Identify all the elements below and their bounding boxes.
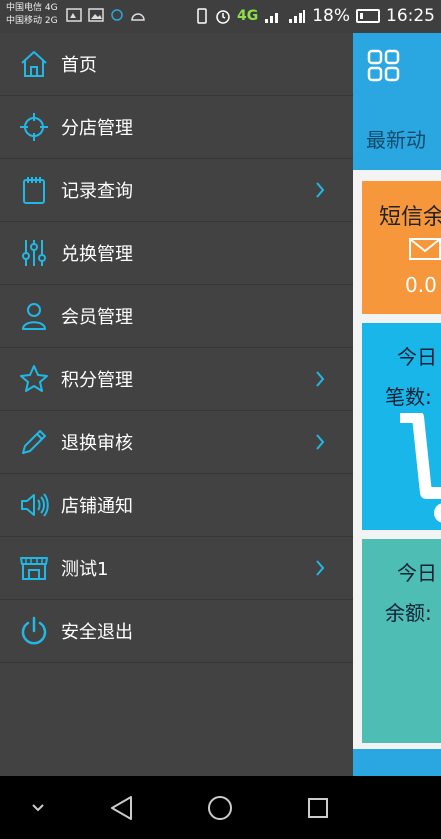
app-notification-icon	[66, 8, 82, 22]
battery-icon	[356, 9, 380, 23]
clock: 16:25	[386, 6, 435, 26]
menu-label-members: 会员管理	[61, 307, 133, 328]
android-icon	[131, 13, 145, 21]
sms-card-value: 0.0	[405, 273, 437, 297]
carrier-info: 中国电信 4G 中国移动 2G	[6, 2, 58, 28]
pencil-icon	[19, 427, 49, 457]
top-bar: 最新动	[353, 33, 441, 170]
menu-label-logout: 安全退出	[61, 622, 133, 643]
today-card2-title: 今日	[397, 561, 437, 585]
user-icon	[19, 301, 49, 331]
carrier-1: 中国电信 4G	[6, 3, 58, 13]
main-content: 最新动 短信余 0.0 今日 笔数: 今日 余额:	[353, 33, 441, 776]
home-icon	[19, 49, 49, 79]
image-icon	[88, 8, 104, 22]
menu-item-exchange[interactable]: 兑换管理	[0, 222, 353, 285]
chevron-right-icon	[316, 434, 325, 450]
battery-percent: 18%	[312, 6, 350, 26]
back-button-icon[interactable]	[109, 794, 135, 822]
today-balance-card[interactable]: 今日 余额:	[362, 539, 441, 743]
menu-label-notice: 店铺通知	[61, 496, 133, 517]
menu-label-points: 积分管理	[61, 370, 133, 391]
today-card2-label: 余额:	[385, 601, 432, 625]
notepad-icon	[19, 175, 49, 205]
menu-item-members[interactable]: 会员管理	[0, 285, 353, 348]
menu-item-returns[interactable]: 退换审核	[0, 411, 353, 474]
grid-menu-icon[interactable]	[367, 49, 401, 83]
speaker-icon	[19, 490, 49, 520]
notification-icons	[66, 8, 146, 22]
signal-icon-2	[289, 10, 306, 23]
vibrate-icon	[197, 8, 207, 24]
chevron-right-icon	[316, 560, 325, 576]
system-icons: 4G 18% 16:25	[195, 6, 435, 26]
today-card1-title: 今日	[397, 345, 437, 369]
mail-icon	[409, 238, 441, 260]
sms-card-title: 短信余	[379, 205, 441, 230]
today-count-card[interactable]: 今日 笔数:	[362, 323, 441, 530]
menu-item-points[interactable]: 积分管理	[0, 348, 353, 411]
menu-item-home[interactable]: 首页	[0, 33, 353, 96]
hide-keyboard-icon[interactable]	[30, 802, 46, 814]
crosshair-icon	[19, 112, 49, 142]
menu-item-logout[interactable]: 安全退出	[0, 600, 353, 663]
menu-item-records[interactable]: 记录查询	[0, 159, 353, 222]
menu-label-returns: 退换审核	[61, 433, 133, 454]
star-icon	[19, 364, 49, 394]
bottom-strip	[353, 749, 441, 776]
shopping-cart-icon	[400, 413, 441, 523]
alarm-icon	[216, 10, 230, 24]
signal-icon-1	[265, 13, 279, 23]
menu-item-notice[interactable]: 店铺通知	[0, 474, 353, 537]
carrier-2: 中国移动 2G	[6, 16, 58, 26]
menu-label-records: 记录查询	[61, 181, 133, 202]
navigation-drawer: 首页 分店管理 记录查询 兑换管理 会员管理 积分管理 退换审核 店铺通知 测试…	[0, 33, 353, 776]
sms-balance-card[interactable]: 短信余 0.0	[362, 181, 441, 314]
today-card1-label: 笔数:	[385, 385, 432, 409]
menu-item-branch[interactable]: 分店管理	[0, 96, 353, 159]
menu-label-home: 首页	[61, 55, 97, 76]
card-area: 短信余 0.0 今日 笔数: 今日 余额:	[353, 170, 441, 776]
network-type: 4G	[236, 8, 259, 24]
menu-label-exchange: 兑换管理	[61, 244, 133, 265]
sliders-icon	[19, 238, 49, 268]
menu-label-test: 测试1	[61, 559, 109, 580]
status-bar: 中国电信 4G 中国移动 2G 4G 18% 16:25	[0, 0, 441, 33]
system-nav-bar	[0, 776, 441, 839]
chevron-right-icon	[316, 182, 325, 198]
recent-apps-icon[interactable]	[307, 797, 329, 819]
chevron-right-icon	[316, 371, 325, 387]
latest-news-title: 最新动	[366, 128, 426, 152]
store-icon	[19, 553, 49, 583]
power-icon	[19, 616, 49, 646]
menu-label-branch: 分店管理	[61, 118, 133, 139]
sync-icon	[111, 9, 123, 21]
home-button-icon[interactable]	[207, 795, 233, 821]
menu-item-test[interactable]: 测试1	[0, 537, 353, 600]
